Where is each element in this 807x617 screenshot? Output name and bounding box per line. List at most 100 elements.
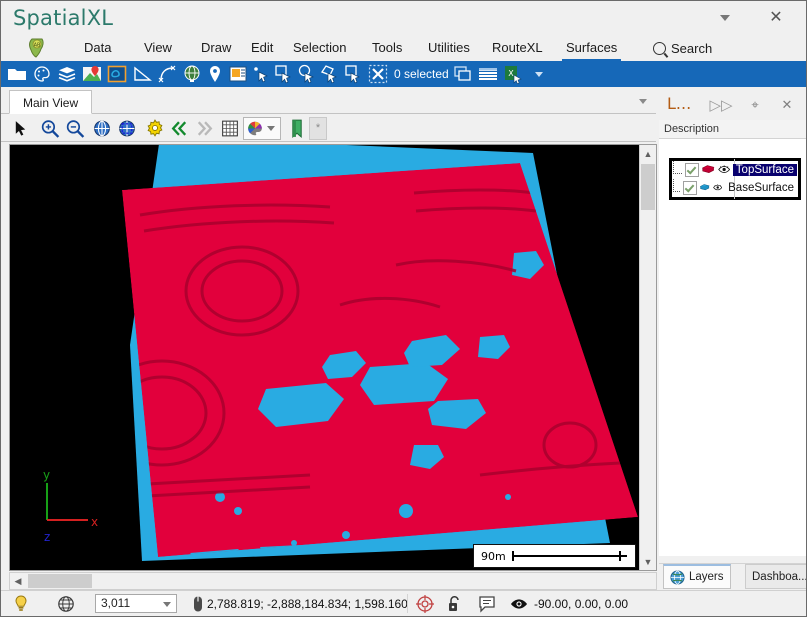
- horizontal-scroll-thumb[interactable]: [28, 574, 92, 588]
- chevron-down-icon[interactable]: ▼: [640, 553, 656, 570]
- pin-icon[interactable]: ⌖: [745, 95, 765, 115]
- palette-icon[interactable]: [32, 64, 52, 84]
- surface-render: y x z: [43, 145, 638, 561]
- tab-main-view[interactable]: Main View: [9, 90, 93, 114]
- eye-icon[interactable]: [717, 163, 730, 176]
- application-window: SpatialXL ✕ AB Data View Draw Edit Selec…: [0, 0, 807, 617]
- select-crop-icon[interactable]: [343, 64, 363, 84]
- search-icon: [653, 41, 666, 55]
- note-icon[interactable]: [228, 64, 248, 84]
- menu-item-surfaces[interactable]: Surfaces: [562, 35, 622, 62]
- document-tab-strip: Main View: [1, 87, 656, 114]
- chevron-up-icon[interactable]: ▲: [640, 145, 656, 162]
- menu-item-utilities[interactable]: Utilities: [424, 35, 474, 61]
- select-circle-icon[interactable]: [297, 64, 317, 84]
- globe-icon[interactable]: [182, 64, 202, 84]
- layer-row-topsurface[interactable]: TopSurface: [673, 161, 797, 178]
- main-toolbar: 0 selected X: [1, 61, 806, 87]
- close-button[interactable]: ✕: [756, 1, 796, 35]
- menu-item-tools[interactable]: Tools: [368, 35, 406, 61]
- lightbulb-icon[interactable]: [11, 594, 31, 614]
- minimize-button[interactable]: [705, 1, 745, 35]
- next-view-icon[interactable]: [193, 118, 215, 139]
- axis-indicator: y x z: [43, 468, 98, 544]
- menu-item-selection[interactable]: Selection: [289, 35, 350, 61]
- vertical-scroll-thumb[interactable]: [641, 164, 655, 210]
- svg-text:z: z: [44, 530, 50, 544]
- layer-checkbox[interactable]: [685, 162, 700, 177]
- map-canvas[interactable]: y x z 90m ▲ ▼: [9, 144, 657, 571]
- dock-tab-layers-label: Layers: [689, 571, 724, 583]
- select-rectangle-icon[interactable]: [274, 64, 294, 84]
- zoom-in-icon[interactable]: [39, 118, 61, 139]
- layer-row-basesurface[interactable]: BaseSurface: [673, 179, 797, 196]
- menu-item-draw[interactable]: Draw: [197, 35, 235, 61]
- chevron-down-icon: [720, 15, 730, 21]
- canvas-vertical-scrollbar[interactable]: ▲ ▼: [639, 145, 656, 570]
- menu-item-data[interactable]: Data: [80, 35, 115, 61]
- canvas-horizontal-scrollbar[interactable]: ◀: [9, 572, 657, 590]
- status-bar: 3,011 2,788.819; -2,888,184.834; 1,598.1…: [1, 590, 806, 616]
- measure-curve-icon[interactable]: [157, 64, 177, 84]
- zoom-extents-icon[interactable]: [91, 118, 113, 139]
- chevron-left-icon[interactable]: ◀: [10, 573, 26, 589]
- tab-menu-icon[interactable]: [639, 99, 647, 104]
- globe-app-icon[interactable]: AB: [26, 37, 48, 59]
- dock-title: L...: [667, 94, 692, 113]
- scale-combobox[interactable]: 3,011: [95, 594, 177, 613]
- select-polygon-icon[interactable]: [320, 64, 340, 84]
- layer-name-basesurface[interactable]: BaseSurface: [725, 182, 797, 194]
- unlocked-padlock-icon[interactable]: [445, 594, 465, 614]
- clear-selection-icon[interactable]: [368, 64, 388, 84]
- top-surface-polygon: [122, 163, 638, 557]
- svg-text:AB: AB: [34, 43, 41, 49]
- settings-gear-icon[interactable]: [144, 118, 166, 139]
- palette-dropdown-caret[interactable]: [267, 126, 275, 131]
- title-bar: SpatialXL ✕: [1, 1, 806, 37]
- duplicate-icon[interactable]: [453, 64, 473, 84]
- table-icon[interactable]: [478, 64, 498, 84]
- globe-wire-icon[interactable]: [56, 594, 76, 614]
- previous-view-icon[interactable]: [169, 118, 191, 139]
- menu-item-edit[interactable]: Edit: [247, 35, 277, 61]
- menu-item-routexl[interactable]: RouteXL: [488, 35, 547, 61]
- map-marker-icon[interactable]: [82, 64, 102, 84]
- layer-checkbox[interactable]: [683, 180, 698, 195]
- layer-tree[interactable]: TopSurface BaseSurface: [659, 139, 806, 556]
- close-icon[interactable]: ✕: [777, 95, 797, 115]
- pin-icon[interactable]: [205, 64, 225, 84]
- grid-icon[interactable]: [219, 118, 241, 139]
- dock-header: L... ▷▷ ⌖ ✕: [659, 90, 806, 121]
- scale-bar-line: [511, 551, 628, 561]
- chevron-down-icon[interactable]: [163, 602, 171, 607]
- mouse-icon: [194, 596, 202, 612]
- open-folder-icon[interactable]: [7, 64, 27, 84]
- select-point-icon[interactable]: [251, 64, 271, 84]
- dock-tab-layers[interactable]: Layers: [663, 564, 731, 589]
- color-palette-button[interactable]: [243, 117, 281, 140]
- eye-icon[interactable]: [509, 594, 529, 614]
- layer-name-topsurface[interactable]: TopSurface: [732, 163, 797, 176]
- surface-icon: [700, 184, 710, 191]
- eye-icon[interactable]: [712, 181, 722, 194]
- arrow-select-icon[interactable]: [9, 118, 31, 139]
- zoom-out-icon[interactable]: [64, 118, 86, 139]
- bookmark-icon[interactable]: [286, 118, 308, 139]
- surface-boundary-icon[interactable]: [107, 64, 127, 84]
- forward-arrows-icon[interactable]: ▷▷: [709, 95, 732, 115]
- search-box[interactable]: Search: [653, 35, 712, 61]
- toolbar-overflow-icon[interactable]: [535, 72, 543, 77]
- view-toolbar: *: [1, 115, 656, 142]
- message-icon[interactable]: [477, 594, 497, 614]
- target-icon[interactable]: [415, 594, 435, 614]
- excel-export-icon[interactable]: X: [503, 64, 523, 84]
- zoom-selection-icon[interactable]: [116, 118, 138, 139]
- layers-icon[interactable]: [57, 64, 77, 84]
- menu-item-view[interactable]: View: [140, 35, 176, 61]
- scale-value: 3,011: [101, 596, 131, 610]
- status-divider: [407, 594, 408, 613]
- dock-tab-dashboard[interactable]: Dashboa...: [745, 564, 806, 589]
- svg-text:x: x: [91, 515, 98, 529]
- measure-angle-icon[interactable]: [132, 64, 152, 84]
- favorites-button[interactable]: *: [309, 117, 327, 140]
